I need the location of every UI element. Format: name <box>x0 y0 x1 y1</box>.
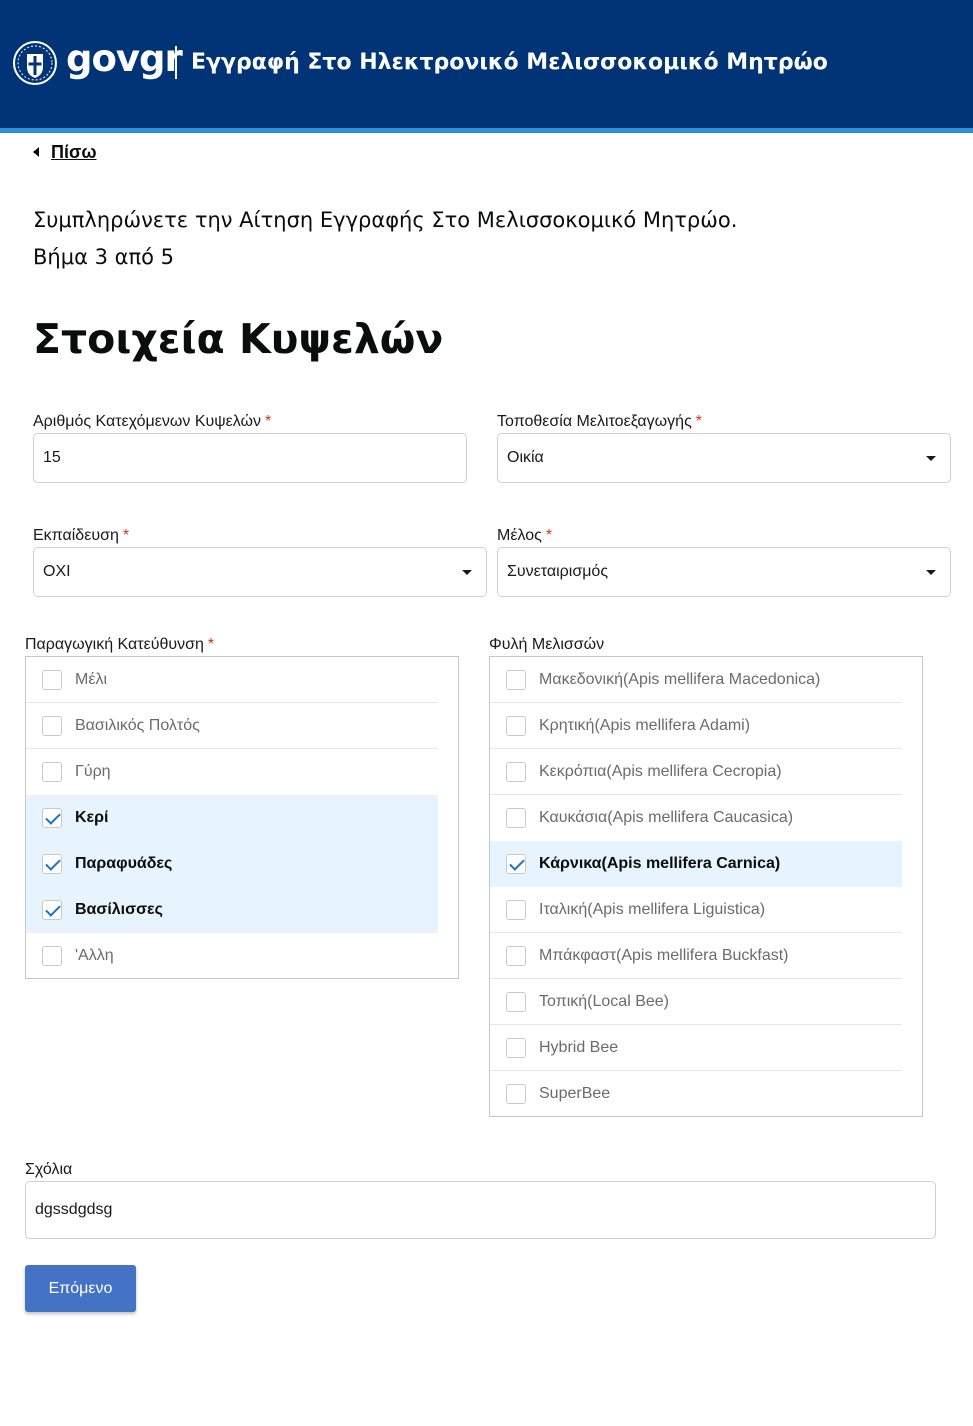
checkbox-option-label: Κεκρόπια(Apis mellifera Cecropia) <box>539 762 782 780</box>
next-button[interactable]: Επόμενο <box>25 1265 136 1312</box>
checkbox-option-label: Μέλι <box>75 670 108 688</box>
chevron-down-icon <box>926 455 936 461</box>
checkbox-option-label: SuperBee <box>539 1085 611 1102</box>
checkbox-option-label: Μπάκφαστ(Apis mellifera Buckfast) <box>539 946 789 964</box>
checkbox-checked-icon[interactable] <box>506 854 526 874</box>
intro-line-1: Συμπληρώνετε την Αίτηση Εγγραφής Στο Μελ… <box>33 208 738 232</box>
training-label: Εκπαίδευση * <box>33 526 129 546</box>
checkbox-checked-icon[interactable] <box>42 854 62 874</box>
required-mark: * <box>545 527 553 544</box>
checkbox-option[interactable]: 'Αλλη <box>26 933 438 979</box>
back-link[interactable]: Πίσω <box>33 141 97 163</box>
checkbox-checked-icon[interactable] <box>42 808 62 828</box>
header-title: Εγγραφή Στο Ηλεκτρονικό Μελισσοκομικό Μη… <box>191 50 828 75</box>
checkbox-option-label: Παραφυάδες <box>75 855 173 872</box>
comments-input-value: dgssdgdsg <box>35 1201 113 1218</box>
checkbox-option[interactable]: Κρητική(Apis mellifera Adami) <box>490 703 902 749</box>
checkbox-option[interactable]: Hybrid Bee <box>490 1025 902 1071</box>
checkbox-icon[interactable] <box>506 899 526 920</box>
checkbox-icon[interactable] <box>506 1084 526 1104</box>
breeds-label: Φυλή Μελισσών <box>489 635 604 655</box>
hives-input-value: 15 <box>43 449 61 466</box>
location-select-value: Οικία <box>507 449 544 466</box>
required-mark: * <box>695 413 703 430</box>
step-indicator: Βήμα 3 από 5 <box>33 245 175 269</box>
member-label: Μέλος * <box>497 526 552 546</box>
checkbox-option-label: 'Αλλη <box>75 947 114 964</box>
checkbox-option[interactable]: Μακεδονική(Apis mellifera Macedonica) <box>490 657 902 703</box>
hives-label-text: Αριθμός Κατεχόμενων Κυψελών <box>33 413 262 430</box>
checkbox-option-label: Ιταλική(Apis mellifera Liguistica) <box>539 900 766 918</box>
checkbox-option-label: Κρητική(Apis mellifera Adami) <box>539 716 751 734</box>
checkbox-option-label: Τοπική(Local Bee) <box>539 992 669 1010</box>
checkbox-option-label: Γύρη <box>75 763 111 780</box>
breeds-checklist: Μακεδονική(Apis mellifera Macedonica) Κρη… <box>489 656 923 1117</box>
checkbox-option-label: Βασιλικός Πολτός <box>75 716 200 734</box>
checkbox-option[interactable]: Κεκρόπια(Apis mellifera Cecropia) <box>490 749 902 795</box>
checkbox-icon[interactable] <box>506 1037 526 1058</box>
checkbox-option-label: Μακεδονική(Apis mellifera Macedonica) <box>539 670 821 688</box>
training-label-text: Εκπαίδευση <box>33 527 119 544</box>
checkbox-option[interactable]: Κάρνικα(Apis mellifera Carnica) <box>490 841 902 887</box>
checkbox-option[interactable]: Γύρη <box>26 749 438 795</box>
checkbox-option-label: Βασίλισσες <box>75 901 163 918</box>
required-mark: * <box>122 527 130 544</box>
intro-text: Συμπληρώνετε την Αίτηση Εγγραφής Στο Μελ… <box>33 202 737 276</box>
hives-label: Αριθμός Κατεχόμενων Κυψελών * <box>33 412 271 432</box>
training-select[interactable]: ΟΧΙ <box>33 547 487 597</box>
checkbox-icon[interactable] <box>506 808 526 828</box>
member-select-value: Συνεταιρισμός <box>507 563 609 580</box>
member-label-text: Μέλος <box>497 527 542 544</box>
checkbox-option-label: Καυκάσια(Apis mellifera Caucasica) <box>539 809 794 826</box>
site-header: govgr Εγγραφή Στο Ηλεκτρονικό Μελισσοκομ… <box>0 0 973 128</box>
location-select[interactable]: Οικία <box>497 433 951 483</box>
production-checklist: Μέλι Βασιλικός Πολτός Γύρη Κερί Παραφυάδες Βα… <box>25 656 459 979</box>
required-mark: * <box>265 413 272 430</box>
logo-divider <box>175 46 177 79</box>
checkbox-option[interactable]: Κερί <box>26 795 438 841</box>
production-label-text: Παραγωγική Κατεύθυνση <box>25 636 204 653</box>
required-mark: * <box>207 636 215 653</box>
checkbox-icon[interactable] <box>42 715 62 736</box>
checkbox-icon[interactable] <box>506 761 526 782</box>
greek-coat-of-arms-icon <box>13 41 57 85</box>
checkbox-option[interactable]: Βασιλικός Πολτός <box>26 703 438 749</box>
checkbox-option[interactable]: Ιταλική(Apis mellifera Liguistica) <box>490 887 902 933</box>
checkbox-icon[interactable] <box>42 762 62 782</box>
checkbox-option[interactable]: Βασίλισσες <box>26 887 438 933</box>
location-label-text: Τοποθεσία Μελιτοεξαγωγής <box>497 413 692 430</box>
checkbox-option[interactable]: SuperBee <box>490 1071 902 1117</box>
comments-input[interactable]: dgssdgdsg <box>25 1181 936 1239</box>
checkbox-icon[interactable] <box>42 946 62 966</box>
checkbox-option[interactable]: Τοπική(Local Bee) <box>490 979 902 1025</box>
page-title: Στοιχεία Κυψελών <box>33 315 444 363</box>
training-select-value: ΟΧΙ <box>43 563 71 580</box>
comments-label: Σχόλια <box>25 1161 73 1178</box>
checkbox-option-label: Κάρνικα(Apis mellifera Carnica) <box>539 855 781 872</box>
logo-prefix: gov <box>66 37 140 80</box>
checkbox-option[interactable]: Καυκάσια(Apis mellifera Caucasica) <box>490 795 902 841</box>
back-link-label: Πίσω <box>51 141 97 162</box>
checkbox-option-label: Hybrid Bee <box>539 1038 619 1056</box>
checkbox-icon[interactable] <box>506 715 526 736</box>
production-label: Παραγωγική Κατεύθυνση * <box>25 635 214 655</box>
hives-input[interactable]: 15 <box>33 433 467 483</box>
govgr-logo[interactable]: govgr <box>66 36 183 82</box>
header-stripe <box>0 128 973 133</box>
checkbox-icon[interactable] <box>506 945 526 966</box>
location-label: Τοποθεσία Μελιτοεξαγωγής * <box>497 412 702 432</box>
checkbox-option-label: Κερί <box>75 809 109 826</box>
checkbox-icon[interactable] <box>506 669 526 690</box>
member-select[interactable]: Συνεταιρισμός <box>497 547 951 597</box>
checkbox-option[interactable]: Μέλι <box>26 657 438 703</box>
checkbox-checked-icon[interactable] <box>42 900 62 920</box>
chevron-down-icon <box>926 569 936 575</box>
checkbox-option[interactable]: Παραφυάδες <box>26 841 438 887</box>
checkbox-option[interactable]: Μπάκφαστ(Apis mellifera Buckfast) <box>490 933 902 979</box>
checkbox-icon[interactable] <box>506 991 526 1012</box>
checkbox-icon[interactable] <box>42 669 62 690</box>
chevron-left-icon <box>33 147 39 157</box>
breeds-label-text: Φυλή Μελισσών <box>489 636 605 653</box>
chevron-down-icon <box>462 569 472 575</box>
